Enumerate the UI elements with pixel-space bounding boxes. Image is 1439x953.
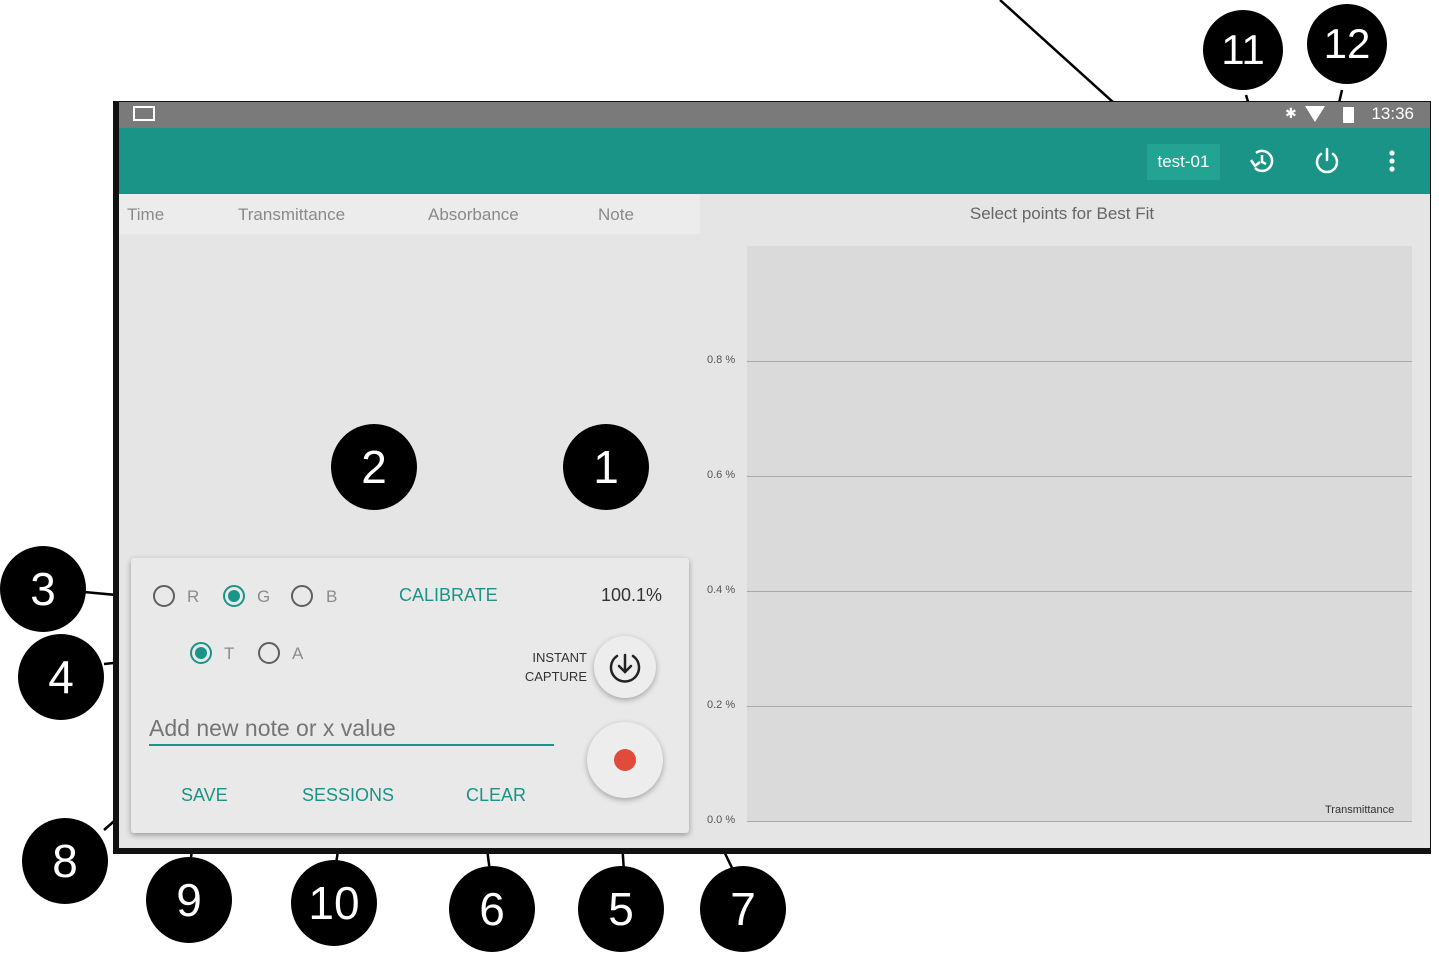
cast-icon <box>133 106 155 121</box>
save-button[interactable]: SAVE <box>181 785 228 806</box>
callout-7: 7 <box>700 866 786 952</box>
power-icon <box>1315 147 1339 174</box>
callout-6: 6 <box>449 866 535 952</box>
instant-capture-button[interactable] <box>594 636 656 698</box>
callout-3: 3 <box>0 546 86 632</box>
sessions-button[interactable]: SESSIONS <box>302 785 394 806</box>
radio-g[interactable] <box>223 585 245 607</box>
radio-r[interactable] <box>153 585 175 607</box>
callout-4: 4 <box>18 634 104 720</box>
status-time: 13:36 <box>1371 104 1414 123</box>
y-tick-label: 0.2 % <box>707 699 736 711</box>
radio-absorbance[interactable] <box>258 642 280 664</box>
session-name-button[interactable]: test-01 <box>1147 144 1220 180</box>
instant-capture-label-2: CAPTURE <box>524 669 587 684</box>
radio-b-label: B <box>326 587 338 606</box>
chart-title: Select points for Best Fit <box>969 204 1155 223</box>
y-tick-label: 0.8 % <box>707 354 736 366</box>
gridline-0-8 <box>747 361 1412 362</box>
record-icon <box>614 749 636 771</box>
gridline-0-0 <box>747 821 1412 822</box>
radio-b[interactable] <box>291 585 313 607</box>
callout-12: 12 <box>1307 4 1387 84</box>
column-header-note: Note <box>598 205 634 224</box>
gridline-0-2 <box>747 706 1412 707</box>
clear-button[interactable]: CLEAR <box>466 785 526 806</box>
callout-11: 11 <box>1203 10 1283 90</box>
column-header-absorbance: Absorbance <box>428 205 519 224</box>
readings-table-header: Time Transmittance Absorbance Note <box>119 194 700 234</box>
chart-plot-area[interactable] <box>747 246 1412 822</box>
gridline-0-6 <box>747 476 1412 477</box>
gridline-0-4 <box>747 591 1412 592</box>
instant-capture-label: INSTANT <box>532 650 587 665</box>
radio-r-label: R <box>187 587 200 606</box>
history-button[interactable] <box>1242 141 1282 181</box>
y-tick-label: 0.0 % <box>707 814 736 826</box>
app-screen: ✱ 13:36 test-01 Time Transmittance Absor… <box>119 102 1430 848</box>
chart-legend: Transmittance <box>1325 804 1395 816</box>
column-header-time: Time <box>127 205 165 224</box>
callout-1: 1 <box>563 424 649 510</box>
y-tick-label: 0.4 % <box>707 584 736 596</box>
radio-g-label: G <box>257 587 271 606</box>
calibrate-button[interactable]: CALIBRATE <box>399 585 498 606</box>
column-header-transmittance: Transmittance <box>238 205 346 224</box>
history-icon <box>1249 149 1274 173</box>
control-panel: R G B CALIBRATE 100.1% T A INSTANT CAPTU… <box>131 558 689 833</box>
y-tick-label: 0.6 % <box>707 469 736 481</box>
callout-10: 10 <box>291 860 377 946</box>
battery-icon <box>1343 107 1354 123</box>
app-bar: test-01 <box>119 128 1430 194</box>
callout-2: 2 <box>331 424 417 510</box>
bluetooth-icon: ✱ <box>1285 105 1297 121</box>
overflow-menu-button[interactable] <box>1372 141 1412 181</box>
more-vert-icon <box>1389 150 1395 172</box>
reading-value: 100.1% <box>601 585 663 605</box>
radio-transmittance[interactable] <box>190 642 212 664</box>
callout-5: 5 <box>578 866 664 952</box>
radio-a-label: A <box>292 644 304 663</box>
callout-8: 8 <box>22 818 108 904</box>
status-bar: ✱ 13:36 <box>119 102 1430 128</box>
note-input[interactable] <box>149 712 554 746</box>
download-icon <box>609 653 641 683</box>
callout-9: 9 <box>146 857 232 943</box>
radio-t-label: T <box>224 644 235 663</box>
power-button[interactable] <box>1307 141 1347 181</box>
record-button[interactable] <box>587 722 663 798</box>
wifi-icon <box>1305 106 1325 122</box>
